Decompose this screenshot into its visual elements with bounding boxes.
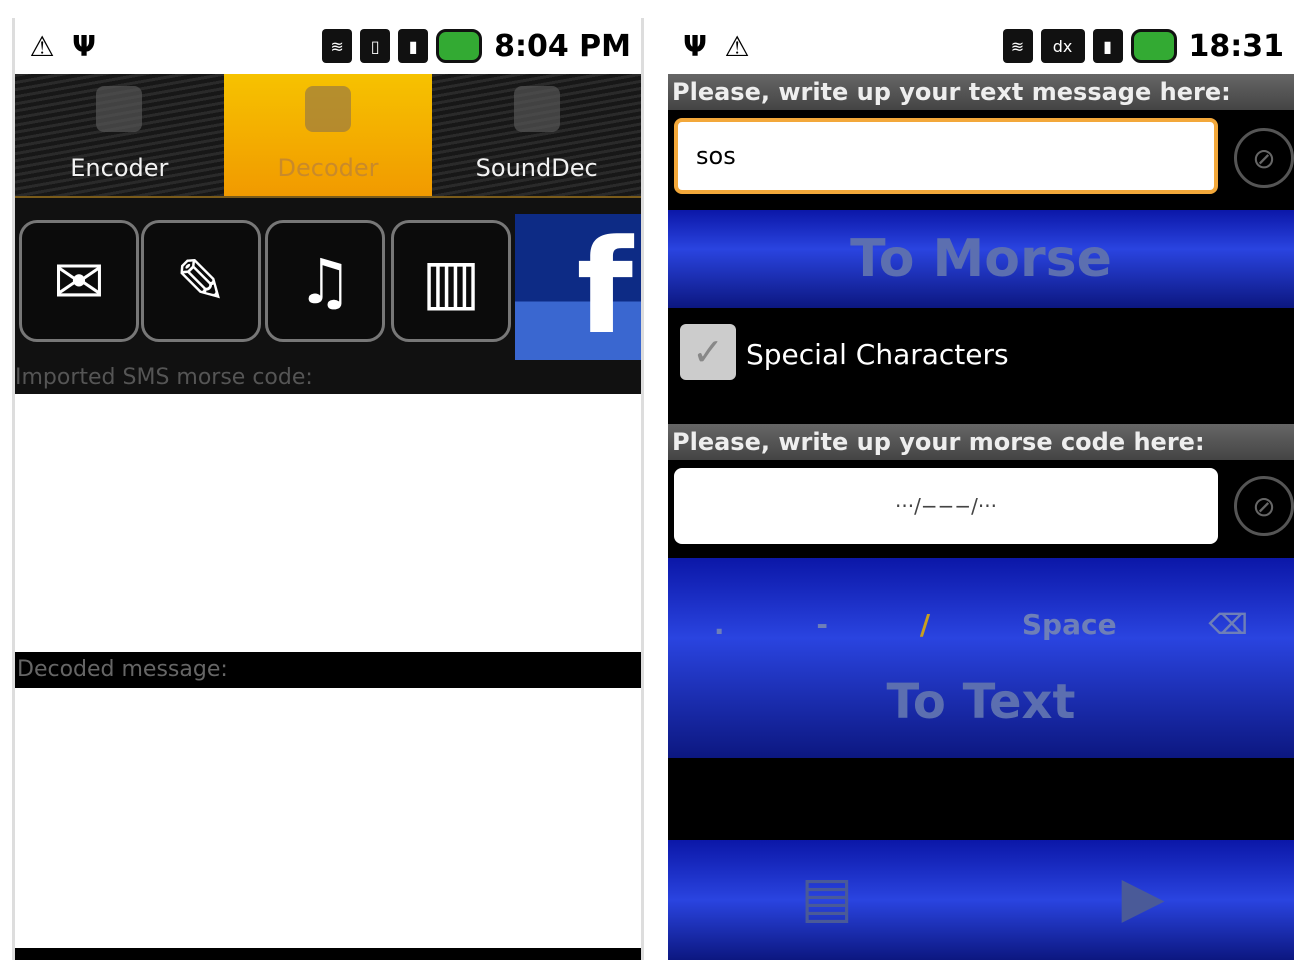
phone-vibrate-icon: ▥ [421,244,481,318]
signal-icon: ▮ [1092,29,1123,63]
facebook-icon: f [576,211,633,363]
wifi-icon: ≋ [322,29,353,63]
decoder-icon [305,86,351,132]
dot-key[interactable]: . [714,608,725,641]
sound-icon [513,86,560,132]
clear-icon: ⊘ [1252,141,1276,175]
input-hint: Imported SMS morse code: [15,365,313,390]
inbox-download-icon: ✉ [53,244,105,318]
tab-decoder[interactable]: Decoder [223,74,433,196]
battery-icon [1130,29,1177,63]
save-icon: ▤ [800,864,854,930]
morse-code-input[interactable]: ···/−−−/··· [674,468,1218,544]
usb-icon: Ψ [72,29,96,63]
decoded-message-area [15,688,641,948]
sim-icon: ▯ [360,29,391,63]
bottom-bar [15,948,641,960]
warning-icon: ⚠ [724,29,750,63]
imported-code-area[interactable] [15,394,641,652]
special-characters-checkbox[interactable]: ✓ [680,324,736,380]
clear-text-button[interactable]: ⊘ [1234,128,1294,188]
inbox-download-button[interactable]: ✉ [19,220,139,342]
status-time: 8:04 PM [494,28,631,64]
wifi-icon: ≋ [1002,29,1033,63]
usb-icon: Ψ [683,29,707,63]
bottom-nav: ▤ ▶ [668,840,1294,960]
morse-input-label: Please, write up your morse code here: [668,424,1294,460]
data-icon: dx [1040,29,1085,63]
to-morse-button[interactable]: To Morse [668,210,1294,308]
decoder-screen: ⚠ Ψ ≋ ▯ ▮ 8:04 PM Encoder Decoder SoundD… [12,18,644,960]
save-button[interactable]: ▤ [792,862,862,932]
tab-label: Decoder [277,154,379,182]
encoder-screen: Ψ ⚠ ≋ dx ▮ 18:31 Please, write up your t… [668,18,1294,960]
tab-label: SoundDec [475,154,598,182]
decoded-label: Decoded message: [15,652,641,688]
text-input-label: Please, write up your text message here: [668,74,1294,110]
morse-keypad: . - / Space ⌫ [668,578,1294,670]
backspace-key[interactable]: ⌫ [1208,608,1248,641]
edit-document-icon: ✎ [175,244,227,318]
space-key[interactable]: Space [1022,608,1117,641]
status-bar: Ψ ⚠ ≋ dx ▮ 18:31 [668,18,1294,74]
edit-document-button[interactable]: ✎ [141,220,261,342]
slash-key[interactable]: / [920,608,930,641]
warning-icon: ⚠ [29,29,55,63]
signal-icon: ▮ [398,29,429,63]
special-characters-label: Special Characters [746,338,1009,371]
dash-key[interactable]: - [816,608,828,641]
tab-label: Encoder [70,154,169,182]
clear-icon: ⊘ [1252,489,1276,523]
play-icon: ▶ [1121,864,1165,930]
music-button[interactable]: ♫ [265,220,385,342]
battery-icon [436,29,483,63]
phone-vibrate-button[interactable]: ▥ [391,220,511,342]
status-bar: ⚠ Ψ ≋ ▯ ▮ 8:04 PM [15,18,641,74]
clear-morse-button[interactable]: ⊘ [1234,476,1294,536]
tab-encoder[interactable]: Encoder [15,74,224,196]
status-time: 18:31 [1188,28,1285,64]
music-note-icon: ♫ [297,244,353,318]
tab-bar: Encoder Decoder SoundDec [15,74,641,199]
source-toolbar: ✉ ✎ ♫ ▥ f Imported SMS morse code: [15,198,641,394]
play-button[interactable]: ▶ [1108,862,1178,932]
encoder-icon [96,86,143,132]
facebook-button[interactable]: f [515,211,641,363]
text-message-input[interactable]: sos [674,118,1218,194]
tab-sounddec[interactable]: SoundDec [432,74,641,196]
